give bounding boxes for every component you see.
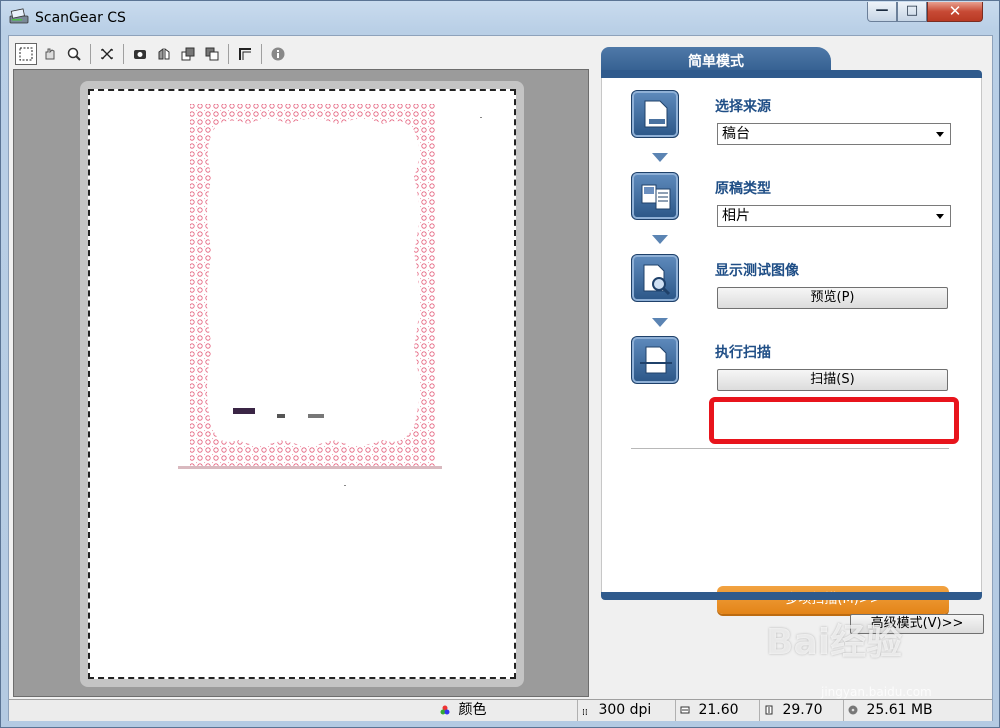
minimize-icon: — (875, 3, 889, 18)
chevron-down-icon (936, 132, 944, 137)
window-title: ScanGear CS (35, 10, 126, 26)
clone-button[interactable] (177, 43, 199, 65)
simple-mode-panel: 选择来源 稿台 原稿类型 相片 显示测试图像 预览(P) 执行扫描 扫描(S) (601, 78, 982, 614)
source-label: 选择来源 (715, 99, 771, 115)
toolbar-separator (123, 44, 124, 64)
scan-execute-icon (631, 336, 679, 384)
scan-button[interactable]: 扫描(S) (717, 369, 948, 391)
document-type-label: 原稿类型 (715, 181, 771, 197)
panel-top-bar (601, 70, 982, 78)
toolbar-separator (261, 44, 262, 64)
preview-magnifier-icon (631, 254, 679, 302)
copy-frame-icon (205, 47, 219, 61)
status-width-text: 21.60 (698, 702, 739, 718)
title-bar[interactable]: ScanGear CS — □ ✕ (1, 1, 999, 35)
crop-icon (239, 48, 251, 60)
status-size: 25.61 MB (843, 700, 992, 721)
baidu-watermark-url: jingyan.baidu.com (821, 685, 932, 699)
crop-button[interactable] (234, 43, 256, 65)
toolbar-separator (90, 44, 91, 64)
status-height: 29.70 (759, 700, 843, 721)
rotate-button[interactable] (39, 43, 61, 65)
step-arrow-icon (652, 318, 668, 327)
film-icon (134, 50, 146, 59)
scan-label: 执行扫描 (715, 345, 771, 361)
status-resolution: ⁞⁞ 300 dpi (577, 700, 675, 721)
maximize-button[interactable]: □ (897, 2, 927, 22)
marquee-icon (19, 47, 33, 61)
maximize-icon: □ (905, 3, 919, 18)
scanner-app-icon (9, 8, 29, 24)
magnifier-icon (67, 47, 81, 61)
preview-page[interactable] (88, 89, 516, 679)
chevron-down-icon (936, 214, 944, 219)
frame-button[interactable] (201, 43, 223, 65)
scanned-certificate-image (190, 104, 436, 468)
step-arrow-icon (652, 153, 668, 162)
preview-button[interactable]: 预览(P) (717, 287, 948, 309)
document-type-icon (631, 172, 679, 220)
minimize-button[interactable]: — (867, 2, 897, 22)
mirror-icon (158, 48, 170, 60)
status-height-text: 29.70 (782, 702, 823, 718)
document-type-select-value: 相片 (722, 208, 750, 224)
info-button[interactable] (267, 43, 289, 65)
color-mode-button[interactable] (129, 43, 151, 65)
dust-speck (344, 485, 346, 486)
step-arrow-icon (652, 235, 668, 244)
document-type-select[interactable]: 相片 (717, 205, 951, 227)
dpi-grid-icon: ⁞⁞ (582, 708, 588, 718)
info-icon (271, 47, 285, 61)
disk-icon (848, 701, 858, 715)
auto-crop-button[interactable] (96, 43, 118, 65)
panel-bottom-bar (601, 592, 982, 600)
toolbar-separator (228, 44, 229, 64)
mirror-button[interactable] (153, 43, 175, 65)
stack-icon (181, 47, 195, 61)
scangear-window: ScanGear CS — □ ✕ 简单模式 选择来源 稿台 原稿类型 相片 显… (0, 0, 1000, 728)
height-icon (764, 701, 774, 715)
width-icon (680, 701, 690, 714)
source-select[interactable]: 稿台 (717, 123, 951, 145)
close-icon: ✕ (948, 2, 962, 20)
preview-area[interactable] (13, 69, 589, 697)
close-button[interactable]: ✕ (927, 2, 983, 22)
platen-frame (80, 81, 524, 687)
panel-divider (631, 448, 949, 449)
document-source-icon (631, 90, 679, 138)
scan-highlight-annotation (709, 397, 959, 444)
select-area-button[interactable] (15, 43, 37, 65)
preview-toolbar (13, 40, 591, 68)
rgb-icon (440, 705, 450, 715)
status-color-text: 颜色 (458, 702, 487, 718)
multi-scan-button[interactable]: 多项扫描(M)>> (717, 586, 949, 614)
crop-corners-icon (101, 48, 113, 60)
status-size-text: 25.61 MB (866, 702, 933, 718)
status-resolution-text: 300 dpi (598, 702, 652, 718)
source-select-value: 稿台 (722, 126, 750, 142)
preview-label: 显示测试图像 (715, 263, 799, 279)
dust-speck (480, 117, 482, 118)
baidu-watermark: Bai经验 (766, 622, 903, 663)
status-bar: 颜色 ⁞⁞ 300 dpi 21.60 29.70 25.61 MB (9, 699, 992, 721)
zoom-button[interactable] (63, 43, 85, 65)
scan-edge-line (178, 466, 442, 469)
status-width: 21.60 (675, 700, 759, 721)
hand-icon (45, 48, 55, 60)
status-color-mode: 颜色 (436, 700, 596, 721)
